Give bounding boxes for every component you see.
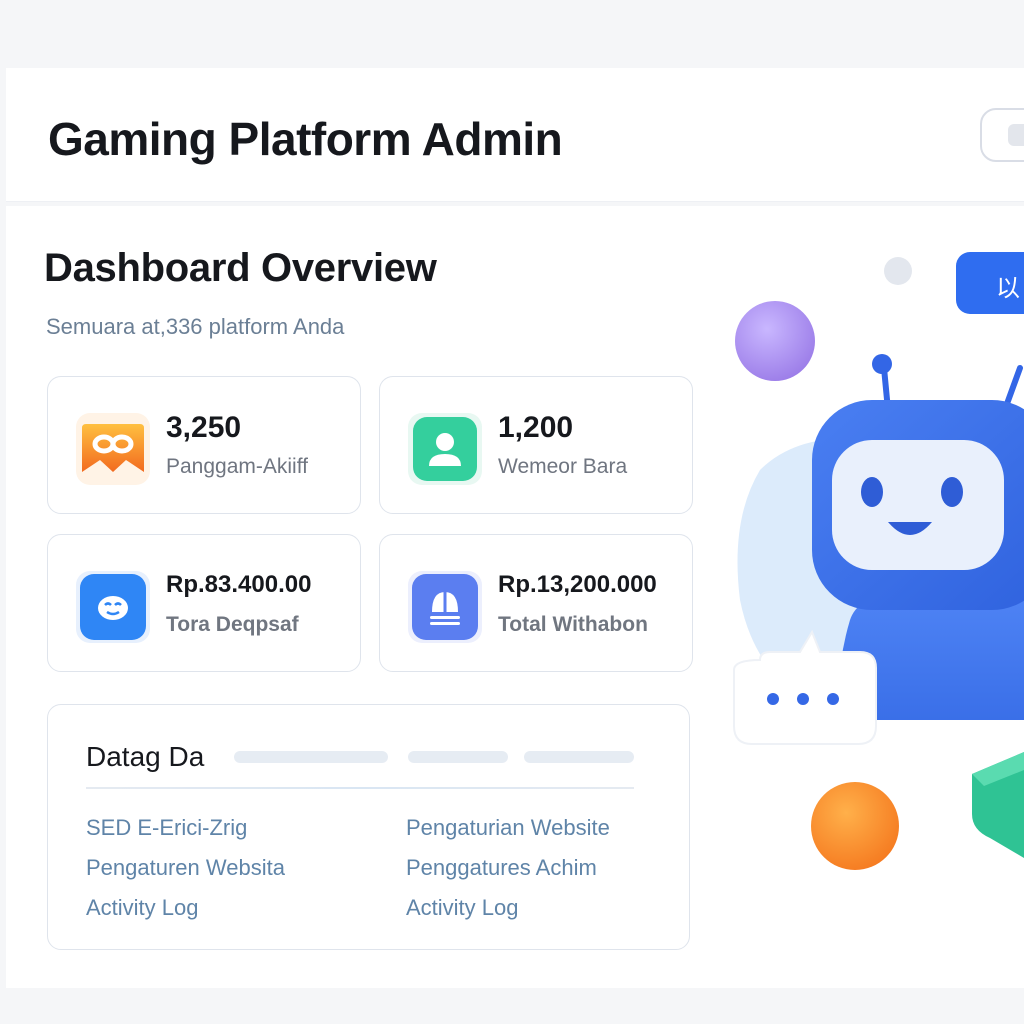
stat-value: 1,200 [498,411,574,444]
page-title: Dashboard Overview [44,246,437,290]
page-subtitle: Semuara at,336 platform Anda [46,314,345,339]
skeleton-bar [524,751,634,763]
stat-label: Total Withabon [498,613,648,636]
smile-face-icon [76,571,150,643]
stat-label: Panggam-Akiiff [166,455,309,478]
boat-icon [408,571,482,643]
purple-ball [735,301,815,381]
app-title: Gaming Platform Admin [48,113,563,165]
stat-label: Wemeor Bara [498,455,628,478]
stat-card-total-deposit[interactable]: Rp.83.400.00 Tora Deqpsaf [47,534,361,672]
stat-value: Rp.13,200.000 [498,571,657,598]
user-icon [408,413,482,485]
stat-card-active-players[interactable]: 3,250 Panggam-Akiiff [47,376,361,514]
decor-dot [884,257,912,285]
link-left-3[interactable]: Activity Log [86,895,199,921]
stat-value: Rp.83.400.00 [166,571,312,598]
toggle-knob [1008,124,1024,146]
data-panel-title: Datag Da [86,741,205,772]
link-right-2[interactable]: Penggatures Achim [406,855,597,881]
link-left-2[interactable]: Pengaturen Websita [86,855,285,881]
data-panel: Datag Da SED E-Erici-Zrig Pengaturen Web… [47,704,690,950]
top-right-action-button[interactable]: 以 [956,252,1024,314]
link-left-1[interactable]: SED E-Erici-Zrig [86,815,247,841]
skeleton-bar [234,751,388,763]
app-header: Gaming Platform Admin [6,68,1024,202]
link-right-1[interactable]: Pengaturian Website [406,815,610,841]
divider [86,787,634,789]
stat-value: 3,250 [166,411,242,444]
robot-face [832,440,1004,570]
gamepad-icon [76,413,150,485]
orange-ball [811,782,899,870]
link-right-3[interactable]: Activity Log [406,895,519,921]
stat-card-total-withdrawal[interactable]: Rp.13,200.000 Total Withabon [379,534,693,672]
header-toggle[interactable] [980,108,1024,162]
stat-card-new-members[interactable]: 1,200 Wemeor Bara [379,376,693,514]
skeleton-bar [408,751,508,763]
stat-label: Tora Deqpsaf [166,613,299,636]
